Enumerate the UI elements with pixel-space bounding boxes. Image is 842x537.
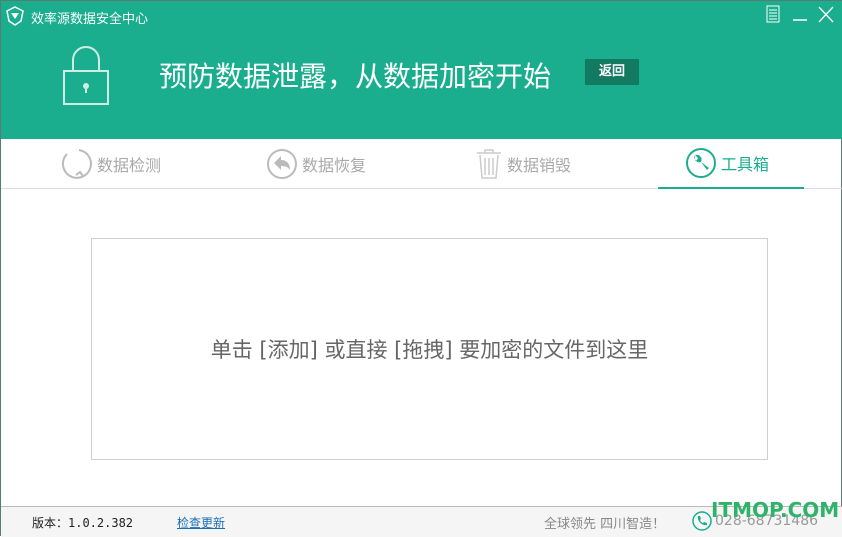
trash-icon <box>477 149 501 179</box>
phone-icon <box>692 511 712 531</box>
tab-toolbox[interactable]: 工具箱 <box>658 139 804 189</box>
tab-label: 数据销毁 <box>507 156 572 175</box>
file-drop-zone[interactable]: 单击 [添加] 或直接 [拖拽] 要加密的文件到这里 <box>91 238 768 460</box>
window-title: 效率源数据安全中心 <box>31 12 149 27</box>
drop-zone-hint: 单击 [添加] 或直接 [拖拽] 要加密的文件到这里 <box>210 338 649 362</box>
back-button[interactable]: 返回 <box>585 59 639 85</box>
minimize-icon[interactable] <box>792 5 808 23</box>
watermark: ITMOP.COM <box>711 498 840 522</box>
close-icon[interactable] <box>818 5 834 23</box>
tab-bar: 数据检测 数据恢复 数据销毁 工具箱 <box>1 139 842 189</box>
tab-data-detection[interactable]: 数据检测 <box>59 139 161 189</box>
refresh-icon <box>61 149 92 179</box>
tab-label: 工具箱 <box>721 155 770 174</box>
tab-label: 数据检测 <box>97 156 162 175</box>
wrench-icon <box>686 148 716 178</box>
tab-data-recovery[interactable]: 数据恢复 <box>266 139 366 189</box>
undo-icon <box>267 149 297 179</box>
lock-icon <box>63 46 109 105</box>
menu-icon[interactable] <box>766 5 780 23</box>
banner-slogan: 预防数据泄露，从数据加密开始 <box>159 60 552 93</box>
tab-data-destruction[interactable]: 数据销毁 <box>475 139 571 189</box>
version-label: 版本：1.0.2.382 <box>32 516 134 530</box>
app-logo-icon <box>6 6 24 26</box>
check-update-link[interactable]: 检查更新 <box>177 514 225 531</box>
footer-slogan: 全球领先 四川智造！ <box>544 517 666 532</box>
tab-label: 数据恢复 <box>302 156 367 175</box>
header-banner: 效率源数据安全中心 预防数据泄露，从数据加密开始 返回 <box>1 1 842 139</box>
